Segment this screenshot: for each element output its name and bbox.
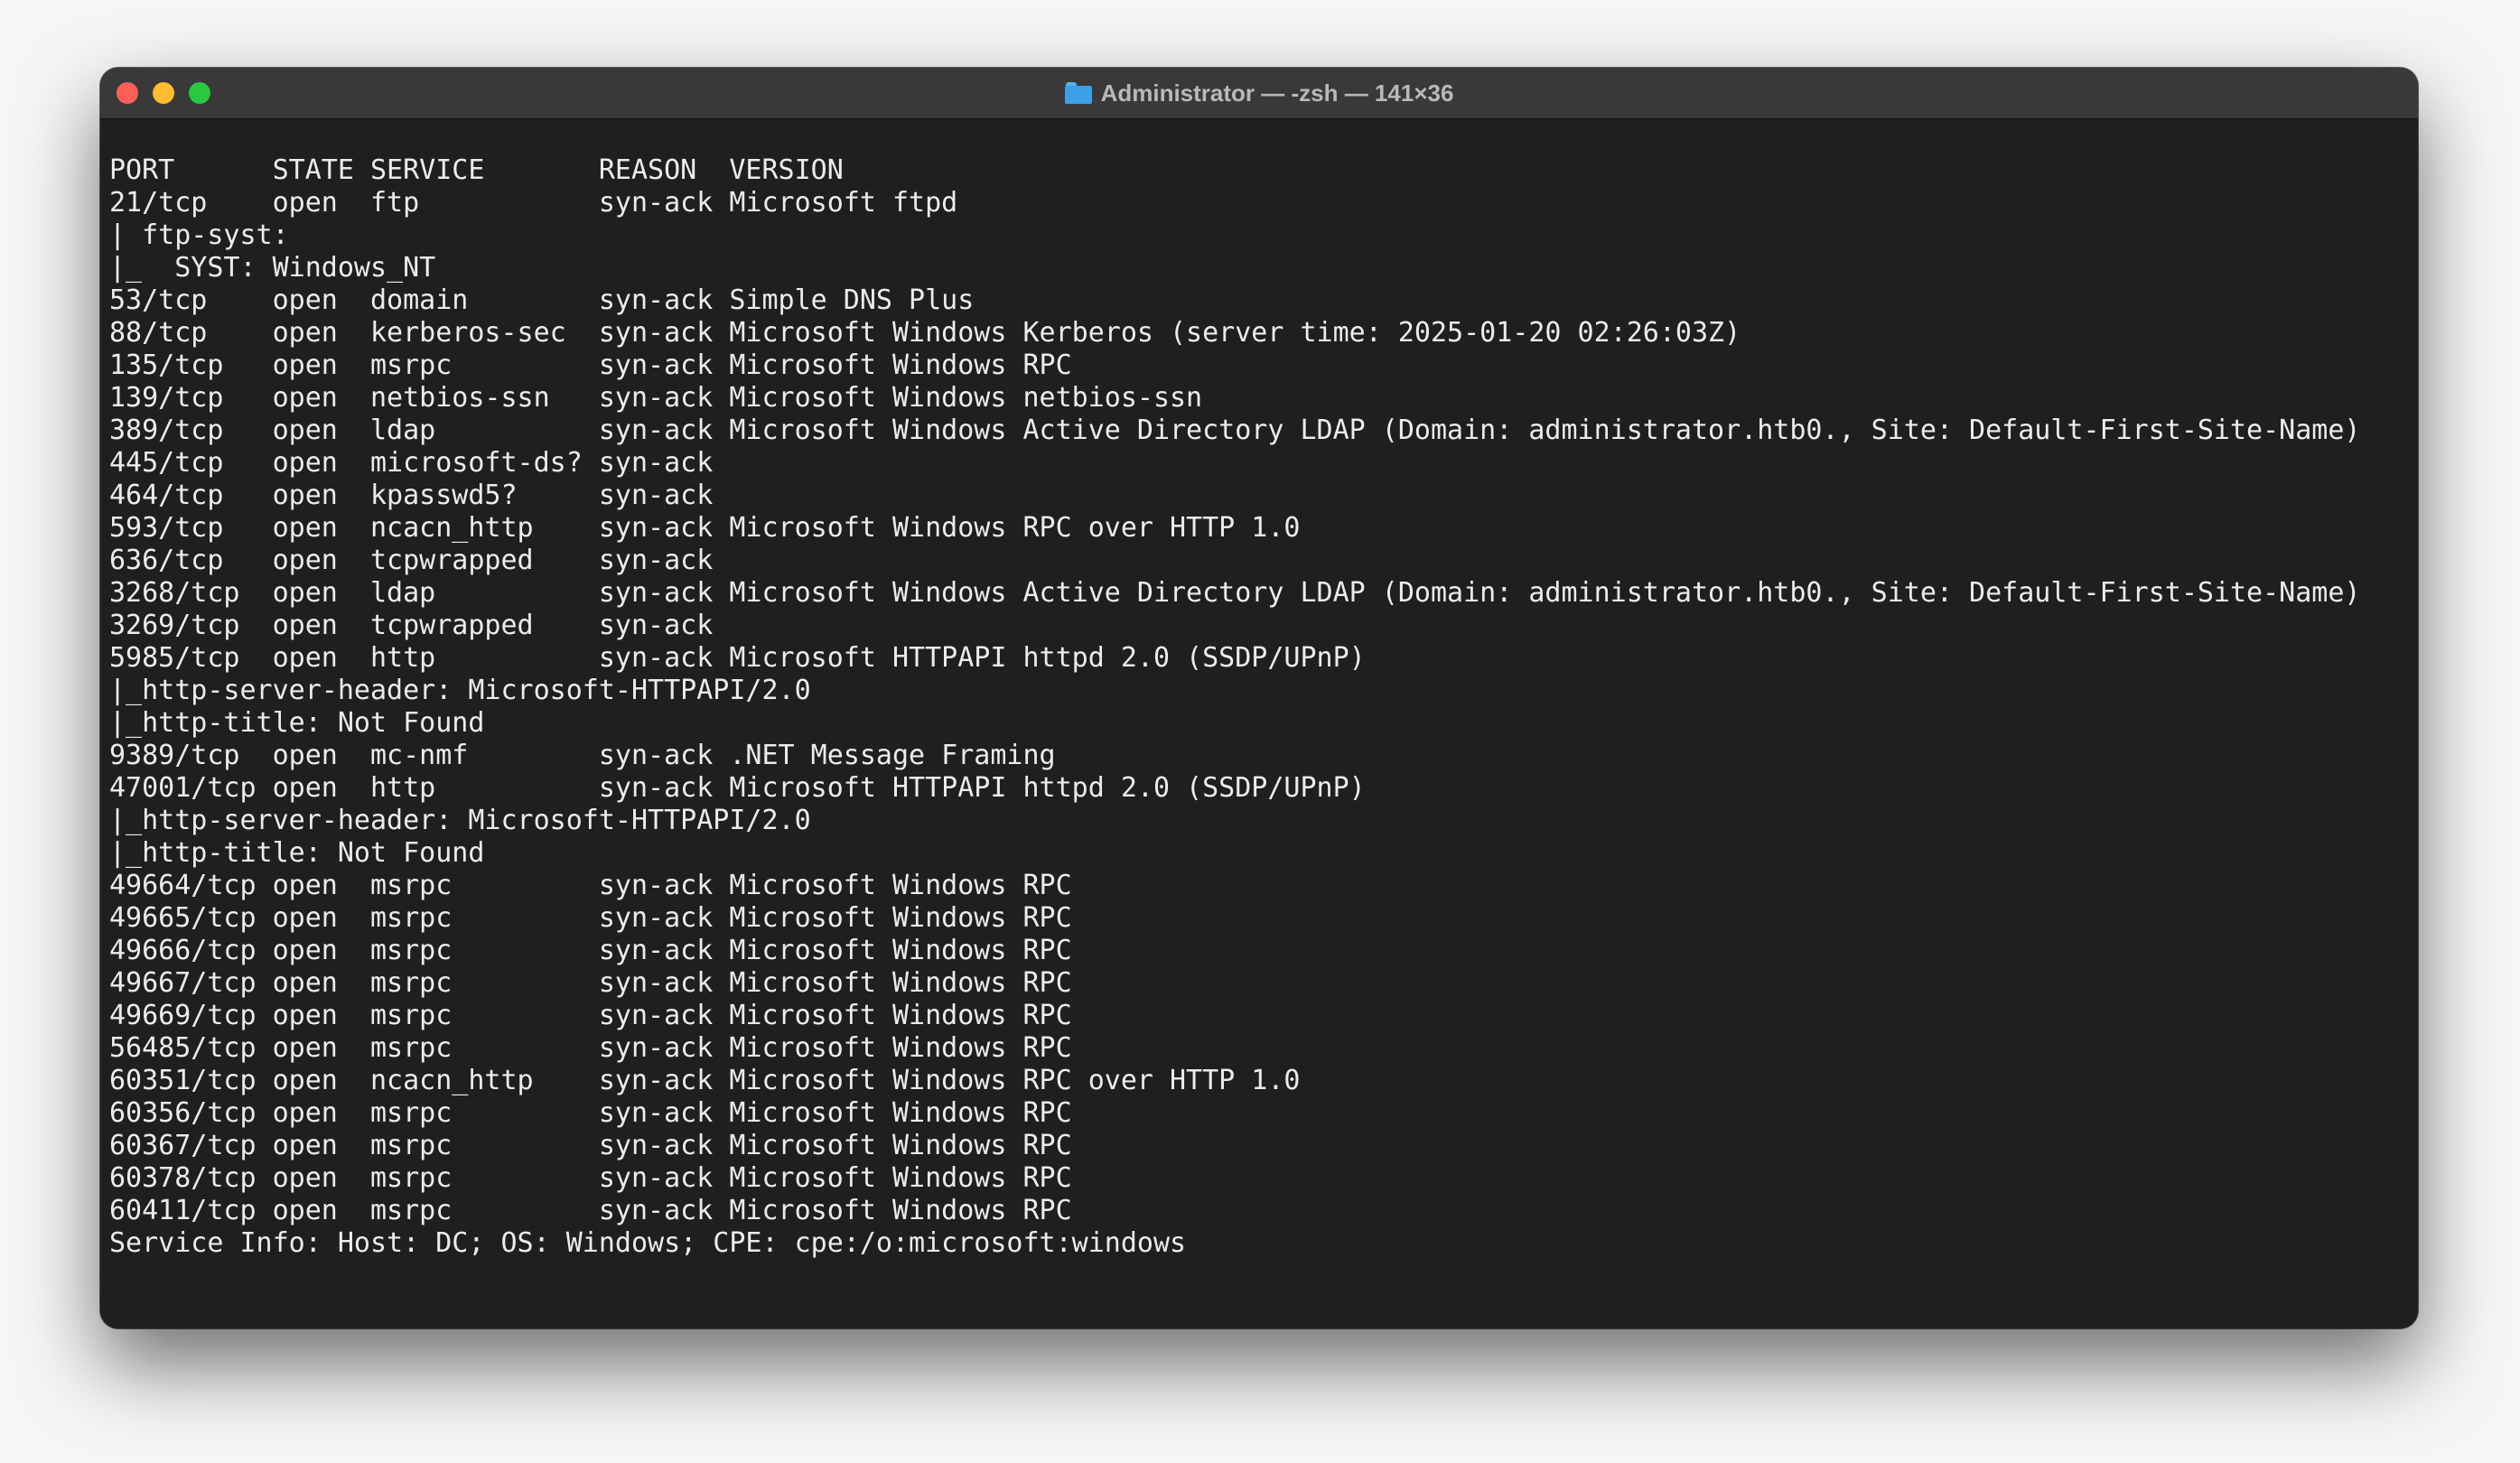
terminal-line: 49665/tcp open msrpc syn-ack Microsoft W… [109,902,1072,934]
terminal-line: |_http-server-header: Microsoft-HTTPAPI/… [109,805,811,836]
terminal-line: 464/tcp open kpasswd5? syn-ack [109,480,714,511]
terminal-line: 3268/tcp open ldap syn-ack Microsoft Win… [109,577,2361,609]
terminal-line: 53/tcp open domain syn-ack Simple DNS Pl… [109,284,975,316]
terminal-line: 9389/tcp open mc-nmf syn-ack .NET Messag… [109,740,1056,771]
terminal-line: 445/tcp open microsoft-ds? syn-ack [109,447,714,479]
terminal-line: 60367/tcp open msrpc syn-ack Microsoft W… [109,1130,1072,1161]
terminal-window: Administrator — -zsh — 141×36 PORT STATE… [100,68,2418,1328]
window-controls [117,82,210,104]
terminal-line: 636/tcp open tcpwrapped syn-ack [109,545,714,576]
terminal-line: PORT STATE SERVICE REASON VERSION [109,154,844,186]
terminal-line: 49667/tcp open msrpc syn-ack Microsoft W… [109,967,1072,999]
terminal-line: |_http-title: Not Found [109,837,485,869]
window-title: Administrator — -zsh — 141×36 [1100,79,1454,107]
close-button[interactable] [117,82,138,104]
terminal-line: 49666/tcp open msrpc syn-ack Microsoft W… [109,935,1072,966]
terminal-line: 60351/tcp open ncacn_http syn-ack Micros… [109,1065,1301,1096]
folder-icon [1064,82,1092,104]
terminal-line: 60356/tcp open msrpc syn-ack Microsoft W… [109,1097,1072,1129]
terminal-line: 139/tcp open netbios-ssn syn-ack Microso… [109,382,1203,414]
terminal-line: 47001/tcp open http syn-ack Microsoft HT… [109,772,1366,804]
terminal-line: 49669/tcp open msrpc syn-ack Microsoft W… [109,1000,1072,1031]
terminal-line: Service Info: Host: DC; OS: Windows; CPE… [109,1227,1187,1259]
terminal-line: 21/tcp open ftp syn-ack Microsoft ftpd [109,187,958,219]
terminal-line: 88/tcp open kerberos-sec syn-ack Microso… [109,317,1741,349]
terminal-line: |_http-server-header: Microsoft-HTTPAPI/… [109,675,811,706]
terminal-line: 3269/tcp open tcpwrapped syn-ack [109,610,714,641]
terminal-line: 593/tcp open ncacn_http syn-ack Microsof… [109,512,1301,544]
window-title-group: Administrator — -zsh — 141×36 [1064,79,1454,107]
title-bar[interactable]: Administrator — -zsh — 141×36 [100,68,2418,119]
minimize-button[interactable] [153,82,174,104]
zoom-button[interactable] [189,82,210,104]
terminal-line: |_ SYST: Windows_NT [109,252,436,284]
terminal-line: 49664/tcp open msrpc syn-ack Microsoft W… [109,870,1072,901]
terminal-line: 135/tcp open msrpc syn-ack Microsoft Win… [109,349,1072,381]
terminal-line: 389/tcp open ldap syn-ack Microsoft Wind… [109,415,2361,446]
terminal-output[interactable]: PORT STATE SERVICE REASON VERSION 21/tcp … [109,154,2409,1310]
terminal-line: | ftp-syst: [109,219,289,251]
terminal-line: 56485/tcp open msrpc syn-ack Microsoft W… [109,1032,1072,1064]
terminal-line: 60411/tcp open msrpc syn-ack Microsoft W… [109,1195,1072,1226]
terminal-line: 5985/tcp open http syn-ack Microsoft HTT… [109,642,1366,674]
terminal-line: 60378/tcp open msrpc syn-ack Microsoft W… [109,1162,1072,1194]
terminal-line: |_http-title: Not Found [109,707,485,739]
